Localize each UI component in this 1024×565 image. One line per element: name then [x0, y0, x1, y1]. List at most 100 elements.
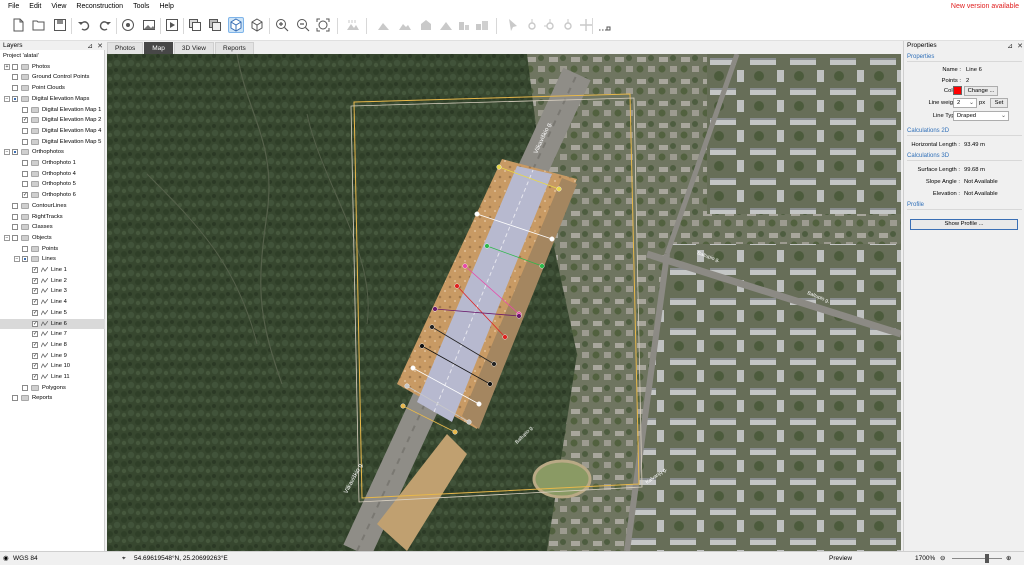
- layer-checkbox[interactable]: ✓: [32, 277, 38, 284]
- menu-tools[interactable]: Tools: [128, 0, 154, 13]
- layer-checkbox[interactable]: [12, 74, 18, 81]
- line-type-select[interactable]: Draped ⌄: [953, 111, 1009, 121]
- zoom-out-icon[interactable]: ⊖: [940, 552, 945, 565]
- mountain-icon[interactable]: [376, 17, 392, 33]
- layer-checkbox[interactable]: ✓: [32, 352, 38, 359]
- open-icon[interactable]: [31, 17, 47, 33]
- mountain-2-icon[interactable]: [397, 17, 413, 33]
- layer-checkbox[interactable]: ✓: [22, 192, 28, 199]
- layer-item-point-clouds[interactable]: Point Clouds: [0, 83, 105, 93]
- pin-icon[interactable]: ⊿: [85, 42, 95, 50]
- layer-checkbox[interactable]: [12, 395, 18, 402]
- layer-item-orthophoto-6[interactable]: ✓ Orthophoto 6: [0, 190, 105, 200]
- layer-item-orthophoto-1[interactable]: Orthophoto 1: [0, 158, 105, 168]
- layer-item-line-4[interactable]: ✓ Line 4: [0, 297, 105, 307]
- change-color-button[interactable]: Change ...: [964, 86, 998, 96]
- layer-checkbox[interactable]: [12, 213, 18, 220]
- layer-checkbox[interactable]: [22, 384, 28, 391]
- buildings-icon[interactable]: [456, 17, 472, 33]
- layer-checkbox[interactable]: ✓: [22, 117, 28, 124]
- collapse-icon[interactable]: −: [14, 256, 20, 263]
- layer-item-line-10[interactable]: ✓ Line 10: [0, 361, 105, 371]
- layer-checkbox[interactable]: [12, 202, 18, 209]
- layer-item-classes[interactable]: Classes: [0, 222, 105, 232]
- tab-3d-view[interactable]: 3D View: [173, 42, 214, 54]
- layer-item-objects[interactable]: − Objects: [0, 233, 105, 243]
- zoom-in-icon[interactable]: ⊕: [1006, 552, 1011, 565]
- layer-item-line-11[interactable]: ✓ Line 11: [0, 372, 105, 382]
- tab-map[interactable]: Map: [144, 42, 173, 54]
- new-icon[interactable]: [10, 17, 26, 33]
- layer-checkbox[interactable]: ✓: [32, 374, 38, 380]
- layer-item-digital-elevation-map-2[interactable]: ✓ Digital Elevation Map 2: [0, 115, 105, 125]
- layer-item-project-alatai[interactable]: Project 'alatai': [0, 51, 105, 61]
- map-canvas[interactable]: Vilkaviškio g. Vilkaviškio g. Baltupio g…: [107, 54, 901, 551]
- camera-icon[interactable]: [120, 17, 136, 33]
- layer-checkbox[interactable]: ✓: [32, 341, 38, 348]
- play-icon[interactable]: [164, 17, 180, 33]
- layer-checkbox[interactable]: [22, 181, 28, 188]
- layer-item-line-6[interactable]: ✓ Line 6: [0, 318, 105, 329]
- collapse-icon[interactable]: −: [4, 95, 10, 102]
- layer-item-ground-control-points[interactable]: Ground Control Points: [0, 72, 105, 82]
- layer-checkbox[interactable]: [12, 63, 18, 70]
- layer-item-line-1[interactable]: ✓ Line 1: [0, 265, 105, 275]
- image-icon[interactable]: [141, 17, 157, 33]
- layer-item-photos[interactable]: + Photos: [0, 62, 105, 72]
- layer-checkbox[interactable]: [12, 85, 18, 92]
- layer-checkbox[interactable]: [22, 256, 28, 263]
- tab-photos[interactable]: Photos: [107, 42, 144, 54]
- layer-checkbox[interactable]: [22, 170, 28, 177]
- pin-icon[interactable]: ⊿: [1005, 42, 1015, 50]
- layer-checkbox[interactable]: ✓: [32, 267, 38, 273]
- layer-checkbox[interactable]: ✓: [32, 363, 38, 370]
- layer-item-line-9[interactable]: ✓ Line 9: [0, 351, 105, 361]
- layer-checkbox[interactable]: ✓: [32, 299, 38, 306]
- zoom-fit-icon[interactable]: [315, 17, 331, 33]
- layer-item-orthophoto-4[interactable]: Orthophoto 4: [0, 169, 105, 179]
- color-swatch[interactable]: [953, 86, 962, 95]
- new-version-link[interactable]: New version available: [951, 0, 1019, 13]
- menu-reconstruction[interactable]: Reconstruction: [71, 0, 128, 13]
- zoom-out-icon[interactable]: [295, 17, 311, 33]
- layer-checkbox[interactable]: [22, 245, 28, 252]
- layer-item-line-2[interactable]: ✓ Line 2: [0, 276, 105, 286]
- layer-item-digital-elevation-map-5[interactable]: Digital Elevation Map 5: [0, 137, 105, 147]
- 3d-box-icon[interactable]: [249, 17, 265, 33]
- add-line-icon[interactable]: [542, 17, 558, 33]
- add-point-icon[interactable]: [524, 17, 540, 33]
- zoom-slider-handle[interactable]: [985, 554, 989, 563]
- layer-item-polygons[interactable]: Polygons: [0, 383, 105, 393]
- menu-edit[interactable]: Edit: [24, 0, 46, 13]
- line-weight-select[interactable]: 2 ⌄: [953, 98, 977, 108]
- layer-item-orthophoto-5[interactable]: Orthophoto 5: [0, 179, 105, 189]
- layer-checkbox[interactable]: [12, 234, 18, 241]
- layer-item-line-7[interactable]: ✓ Line 7: [0, 329, 105, 339]
- expand-icon[interactable]: +: [4, 63, 10, 70]
- orthophoto-icon[interactable]: [187, 17, 203, 33]
- layer-item-lines[interactable]: − Lines: [0, 254, 105, 264]
- menu-view[interactable]: View: [46, 0, 71, 13]
- save-icon[interactable]: [52, 17, 68, 33]
- dem-icon[interactable]: [207, 17, 223, 33]
- close-icon[interactable]: ✕: [1015, 42, 1024, 50]
- layer-checkbox[interactable]: [22, 106, 28, 113]
- 3d-box-active-icon[interactable]: [228, 17, 244, 33]
- layer-checkbox[interactable]: [12, 149, 18, 156]
- layer-item-reports[interactable]: Reports: [0, 393, 105, 403]
- collapse-icon[interactable]: −: [4, 234, 10, 241]
- layer-checkbox[interactable]: [22, 127, 28, 134]
- layer-item-digital-elevation-map-1[interactable]: Digital Elevation Map 1: [0, 105, 105, 115]
- layer-checkbox[interactable]: [12, 224, 18, 231]
- layer-checkbox[interactable]: ✓: [32, 320, 38, 327]
- crs-label[interactable]: WGS 84: [13, 552, 38, 565]
- layer-checkbox[interactable]: ✓: [32, 288, 38, 295]
- show-profile-button[interactable]: Show Profile ...: [910, 219, 1018, 230]
- redo-icon[interactable]: [97, 17, 113, 33]
- menu-help[interactable]: Help: [154, 0, 178, 13]
- menu-file[interactable]: File: [0, 0, 24, 13]
- layer-checkbox[interactable]: [12, 95, 18, 102]
- layer-checkbox[interactable]: ✓: [32, 331, 38, 338]
- zoom-in-icon[interactable]: [274, 17, 290, 33]
- layer-item-digital-elevation-map-4[interactable]: Digital Elevation Map 4: [0, 126, 105, 136]
